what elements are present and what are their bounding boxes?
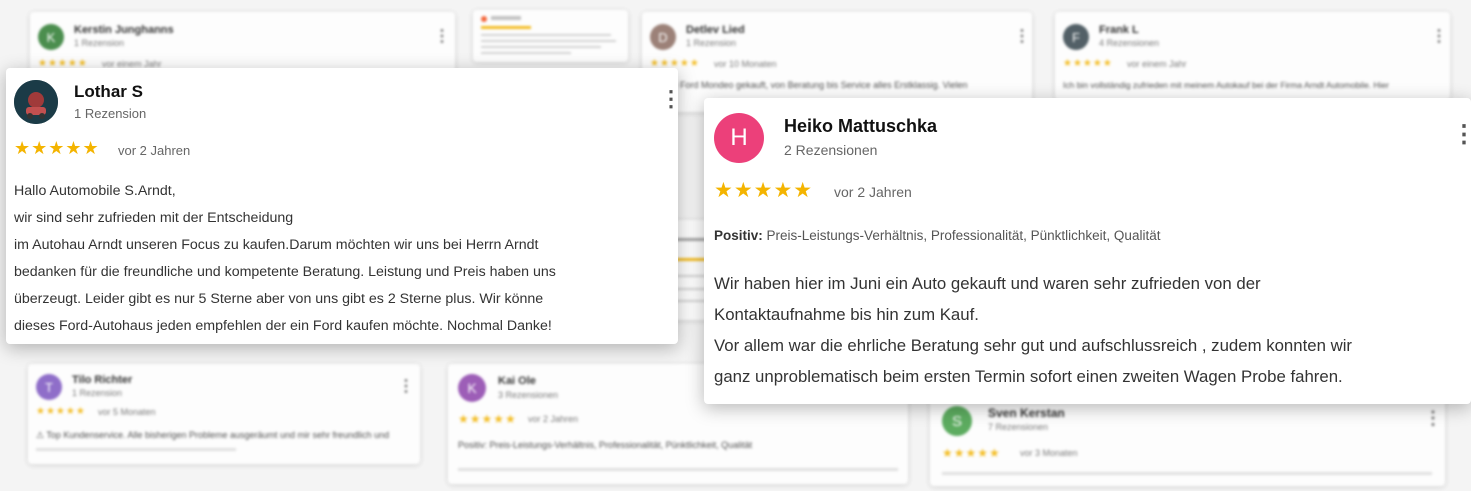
- star-rating: ★★★★★: [714, 179, 814, 202]
- review-count: 1 Rezension: [686, 38, 737, 48]
- star-rating: ★★★★★: [1063, 58, 1113, 69]
- avatar-photo-icon: [14, 80, 58, 124]
- review-card-lothar: Lothar S 1 Rezension ⋮ ★★★★★ vor 2 Jahre…: [6, 68, 678, 344]
- avatar: [14, 80, 58, 124]
- review-line: dieses Ford-Autohaus jeden empfehlen der…: [14, 318, 552, 334]
- thumbnail-stars-line: [481, 26, 531, 29]
- review-line: wir sind sehr zufrieden mit der Entschei…: [14, 210, 294, 226]
- reviewer-name: Lothar S: [74, 82, 143, 101]
- review-card-sven: S Sven Kerstan 7 Rezensionen ⋮ ★★★★★ vor…: [930, 394, 1445, 486]
- review-date: vor 3 Monaten: [1020, 448, 1078, 458]
- reviewer-name: Tilo Richter: [72, 374, 133, 386]
- blurred-text-line: [36, 448, 236, 451]
- avatar: K: [458, 374, 486, 402]
- review-positive: Positiv: Preis-Leistungs-Verhältnis, Pro…: [458, 440, 753, 450]
- more-options-icon[interactable]: ⋮: [1014, 26, 1030, 46]
- reviewer-name: Heiko Mattuschka: [784, 116, 938, 136]
- more-options-icon[interactable]: ⋮: [1431, 26, 1447, 46]
- review-line: Wir haben hier im Juni ein Auto gekauft …: [714, 274, 1261, 293]
- star-rating: ★★★★★: [458, 412, 517, 426]
- review-date: vor 2 Jahren: [834, 184, 912, 200]
- review-card-detlev: D Detlev Lied 1 Rezension ⋮ ★★★★★ vor 10…: [642, 12, 1032, 112]
- avatar: H: [714, 113, 764, 163]
- avatar: K: [38, 24, 64, 50]
- review-line: bedanken für die freundliche und kompete…: [14, 264, 556, 280]
- review-date: vor 2 Jahren: [118, 143, 191, 158]
- thumbnail-text-line: [481, 40, 616, 42]
- review-line: Kontaktaufnahme bis hin zum Kauf.: [714, 305, 979, 324]
- reviewer-name: Kerstin Junghanns: [74, 24, 174, 36]
- review-count: 3 Rezensionen: [498, 390, 559, 400]
- hidden-stars-line: [676, 258, 706, 261]
- reviewer-name: Sven Kerstan: [988, 406, 1065, 420]
- review-date: vor 2 Jahren: [528, 414, 579, 424]
- more-options-icon[interactable]: ⋮: [434, 26, 450, 46]
- star-rating: ★★★★★: [942, 446, 1001, 460]
- review-text: Wir haben hier im Juni ein Auto gekauft …: [714, 268, 1352, 392]
- review-count: 1 Rezension: [72, 388, 123, 398]
- star-rating: ★★★★★: [14, 138, 100, 158]
- thumbnail-text-line: [481, 34, 611, 36]
- more-options-icon[interactable]: ⋮: [1424, 408, 1442, 429]
- avatar: S: [942, 406, 972, 436]
- more-options-icon[interactable]: ⋮: [660, 86, 678, 112]
- blurred-text-line: [942, 472, 1432, 475]
- review-line: ganz unproblematisch beim ersten Termin …: [714, 367, 1343, 386]
- avatar: T: [36, 374, 62, 400]
- positive-label: Positiv:: [714, 228, 763, 243]
- review-date: vor einem Jahr: [1127, 59, 1187, 69]
- review-count: 7 Rezensionen: [988, 422, 1049, 432]
- review-positive: Positiv: Preis-Leistungs-Verhältnis, Pro…: [714, 228, 1160, 243]
- more-options-icon[interactable]: ⋮: [1452, 120, 1471, 149]
- review-count: 1 Rezension: [74, 106, 147, 121]
- more-options-icon[interactable]: ⋮: [398, 376, 414, 396]
- avatar: F: [1063, 24, 1089, 50]
- avatar: D: [650, 24, 676, 50]
- star-rating: ★★★★★: [36, 406, 86, 417]
- thumbnail-logo-icon: [481, 16, 487, 22]
- reviewer-name: Frank L: [1099, 24, 1139, 36]
- review-count: 4 Rezensionen: [1099, 38, 1160, 48]
- review-thumbnail: [473, 10, 628, 62]
- review-count: 1 Rezension: [74, 38, 125, 48]
- review-text: ⚠ Top Kundenservice. Alle bisherigen Pro…: [36, 430, 390, 440]
- review-card-kerstin: K Kerstin Junghanns 1 Rezension ⋮ ★★★★★ …: [30, 12, 455, 74]
- review-date: vor 5 Monaten: [98, 407, 156, 417]
- review-card-tilo: T Tilo Richter 1 Rezension ⋮ ★★★★★ vor 5…: [28, 364, 420, 464]
- blurred-text-line: [458, 468, 898, 471]
- thumbnail-text-line: [481, 46, 601, 48]
- review-card-heiko: H Heiko Mattuschka 2 Rezensionen ⋮ ★★★★★…: [704, 98, 1471, 404]
- review-text: Ich bin vollständig zufrieden mit meinem…: [1063, 80, 1389, 90]
- review-date: vor 10 Monaten: [714, 59, 777, 69]
- review-line: Hallo Automobile S.Arndt,: [14, 183, 176, 199]
- review-line: überzeugt. Leider gibt es nur 5 Sterne a…: [14, 291, 544, 307]
- positive-text: Preis-Leistungs-Verhältnis, Professional…: [762, 228, 1161, 243]
- reviewer-name: Detlev Lied: [686, 24, 745, 36]
- thumbnail-header-line: [491, 16, 521, 20]
- review-card-frank: F Frank L 4 Rezensionen ⋮ ★★★★★ vor eine…: [1055, 12, 1450, 100]
- review-text: ...habe Ford Mondeo gekauft, von Beratun…: [650, 80, 968, 90]
- review-line: Vor allem war die ehrliche Beratung sehr…: [714, 336, 1353, 355]
- review-line: im Autohau Arndt unseren Focus zu kaufen…: [14, 237, 539, 253]
- thumbnail-text-line: [481, 52, 571, 54]
- reviewer-name: Kai Ole: [498, 375, 536, 387]
- review-text: Hallo Automobile S.Arndt, wir sind sehr …: [14, 178, 556, 340]
- review-count: 2 Rezensionen: [784, 142, 878, 158]
